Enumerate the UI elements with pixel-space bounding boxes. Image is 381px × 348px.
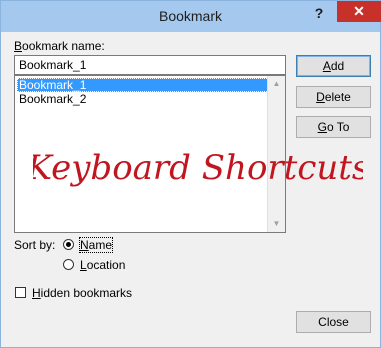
bookmark-dialog: Bookmark ? ✕ Bookmark name: Bookmark_1 B…: [0, 0, 381, 348]
sort-location-label-rest: ocation: [86, 258, 126, 272]
hidden-bookmarks-label-rest: idden bookmarks: [40, 286, 133, 300]
sort-name-radio[interactable]: [63, 239, 74, 250]
watermark-text: Keyboard Shortcuts: [33, 148, 363, 188]
close-window-icon[interactable]: ✕: [337, 1, 381, 22]
go-to-button[interactable]: Go To: [296, 116, 371, 138]
add-button-rest: dd: [330, 59, 345, 73]
list-item[interactable]: Bookmark_2: [17, 92, 271, 106]
close-button[interactable]: Close: [296, 311, 371, 333]
help-button[interactable]: ?: [302, 1, 336, 25]
sort-location-radio[interactable]: [63, 259, 74, 270]
hidden-bookmarks-label[interactable]: Hidden bookmarks: [32, 286, 132, 300]
keyboard-shortcuts-watermark: Keyboard Shortcuts: [33, 148, 363, 188]
sort-name-label-rest: ame: [88, 238, 113, 252]
bookmark-name-label: Bookmark name:: [14, 39, 105, 53]
delete-button-rest: elete: [324, 90, 351, 104]
scroll-down-arrow-icon[interactable]: ▼: [271, 218, 282, 230]
list-item[interactable]: Bookmark_1: [17, 78, 271, 92]
hidden-bookmarks-checkbox[interactable]: [15, 287, 26, 298]
sort-name-label[interactable]: Name: [78, 237, 114, 253]
sort-by-label: Sort by:: [14, 238, 56, 252]
bookmark-name-label-rest: ookmark name:: [22, 39, 105, 53]
go-to-button-rest: o To: [326, 120, 350, 134]
delete-button[interactable]: Delete: [296, 86, 371, 108]
sort-location-label[interactable]: Location: [80, 258, 125, 272]
add-button[interactable]: Add: [296, 55, 371, 77]
bookmark-name-input[interactable]: [14, 55, 286, 75]
scroll-up-arrow-icon[interactable]: ▲: [271, 78, 282, 90]
